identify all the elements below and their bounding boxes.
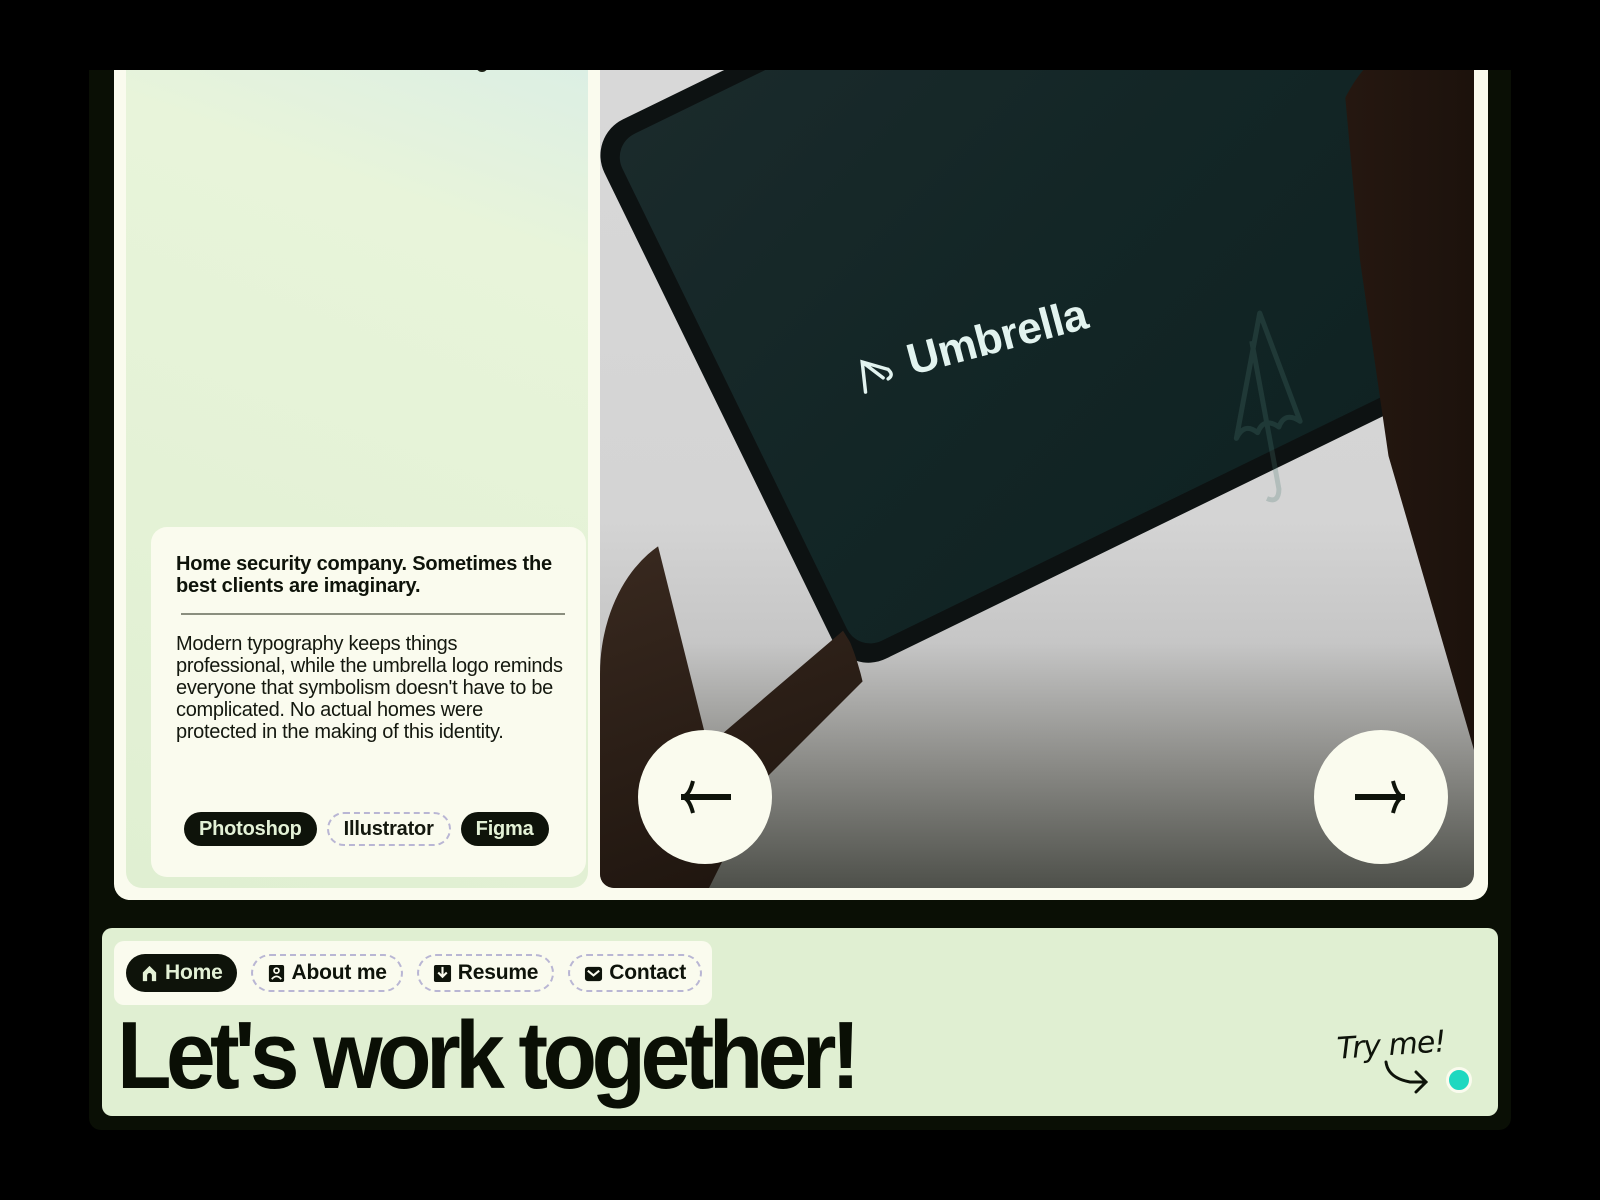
try-me-toggle[interactable] (1446, 1067, 1472, 1093)
clipped-heading-fragment (476, 70, 488, 72)
tag-photoshop: Photoshop (184, 812, 317, 846)
nav-resume-label: Resume (457, 961, 539, 984)
project-description: Modern typography keeps things professio… (176, 633, 563, 743)
tag-figma: Figma (460, 812, 549, 846)
page-frame: Home security company. Sometimes the bes… (89, 70, 1511, 1130)
person-badge-icon (268, 964, 284, 982)
main-nav: Home About me Resume Contact (114, 941, 712, 1005)
project-info-panel: Home security company. Sometimes the bes… (126, 70, 588, 888)
nav-resume[interactable]: Resume (416, 954, 555, 992)
nav-home-label: Home (165, 961, 223, 984)
project-card: Home security company. Sometimes the bes… (114, 70, 1488, 900)
project-title: Home security company. Sometimes the bes… (176, 553, 552, 597)
nav-about-label: About me (291, 961, 387, 984)
tablet-device (600, 70, 1474, 677)
nav-about-me[interactable]: About me (250, 954, 403, 992)
project-description-card: Home security company. Sometimes the bes… (151, 527, 586, 877)
arrow-left-icon (680, 780, 731, 814)
tag-illustrator: Illustrator (326, 812, 451, 846)
nav-home[interactable]: Home (126, 954, 237, 992)
download-icon (433, 964, 451, 982)
mail-icon (585, 966, 603, 981)
arrow-right-icon (1355, 780, 1406, 814)
project-image-carousel: Umbrella (600, 70, 1474, 888)
divider (181, 613, 565, 615)
carousel-prev-button[interactable] (638, 730, 772, 864)
home-icon (142, 965, 157, 981)
tablet-screen (611, 70, 1474, 653)
nav-contact-label: Contact (609, 961, 687, 984)
tool-tags: Photoshop Illustrator Figma (184, 812, 549, 846)
page-headline: Let's work together! (117, 1002, 861, 1109)
footer-bar: Home About me Resume Contact Let's work … (102, 928, 1498, 1116)
curved-arrow-icon (1384, 1060, 1429, 1094)
nav-contact[interactable]: Contact (568, 954, 703, 992)
carousel-next-button[interactable] (1314, 730, 1448, 864)
